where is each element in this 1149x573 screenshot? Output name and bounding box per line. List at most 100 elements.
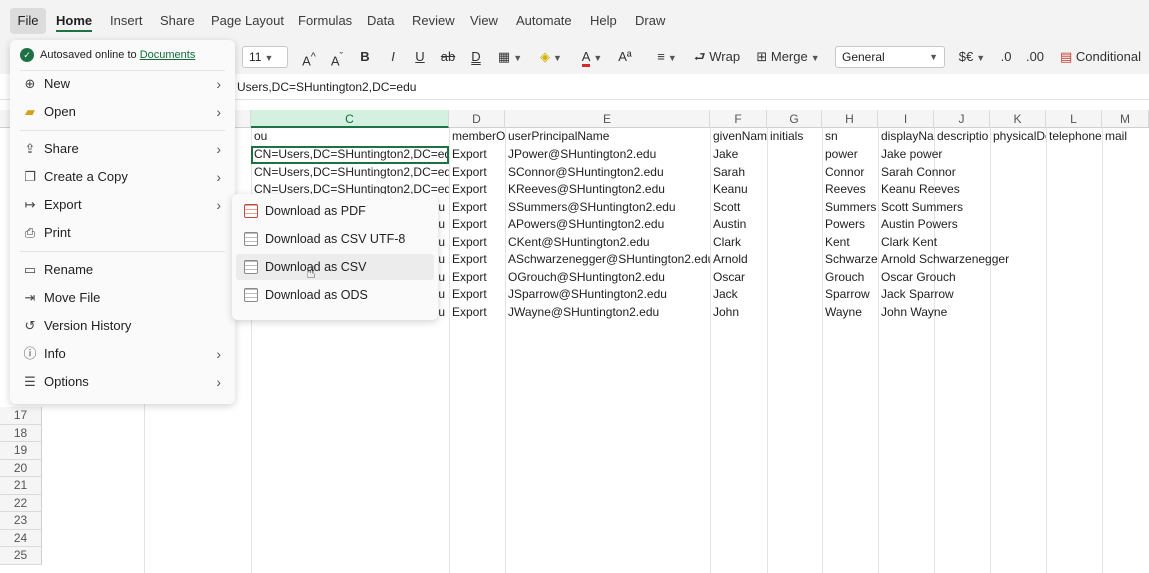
number-format-select[interactable]: General ▼ xyxy=(835,46,945,68)
menu-item-open[interactable]: ▰ Open › xyxy=(10,99,235,125)
header-cell-ou[interactable]: ou xyxy=(251,128,449,146)
cell-givenname[interactable]: Clark xyxy=(710,234,767,252)
increase-font-size-button[interactable]: A^ xyxy=(298,46,320,68)
cell-givenname[interactable]: Austin xyxy=(710,216,767,234)
strikethrough-button[interactable]: ab xyxy=(438,46,458,68)
cell-givenname[interactable]: John xyxy=(710,304,767,322)
cell-givenname[interactable]: Oscar xyxy=(710,269,767,287)
header-cell-telephone[interactable]: telephone xyxy=(1046,128,1102,146)
menu-item-new[interactable]: ⊕ New › xyxy=(10,71,235,97)
menu-item-create-copy[interactable]: ❐ Create a Copy › xyxy=(10,164,235,190)
cell-upn[interactable]: APowers@SHuntington2.edu xyxy=(505,216,710,234)
column-header-i[interactable]: I xyxy=(878,110,934,128)
menu-item-share[interactable]: ⇪ Share › xyxy=(10,136,235,162)
menu-item-print[interactable]: ⎙ Print xyxy=(10,220,235,246)
cell-displayname[interactable]: Scott Summers xyxy=(878,199,1046,217)
header-cell-memberof[interactable]: memberO xyxy=(449,128,505,146)
row-header-24[interactable]: 24 xyxy=(0,529,42,547)
currency-button[interactable]: $€ ▼ xyxy=(956,46,988,68)
cell-sn[interactable]: Connor xyxy=(822,164,878,182)
column-header-k[interactable]: K xyxy=(990,110,1046,128)
cell-sn[interactable]: Powers xyxy=(822,216,878,234)
cell-displayname[interactable]: Oscar Grouch xyxy=(878,269,1046,287)
menu-item-move-file[interactable]: ⇥ Move File xyxy=(10,285,235,311)
cell-displayname[interactable]: John Wayne xyxy=(878,304,1046,322)
cell-sn[interactable]: Sparrow xyxy=(822,286,878,304)
cell-memberof[interactable]: Export xyxy=(449,181,505,199)
bold-button[interactable]: B xyxy=(356,46,374,68)
download-csv-item[interactable]: Download as CSV xyxy=(236,254,434,280)
download-pdf-item[interactable]: Download as PDF xyxy=(236,198,434,224)
cell-displayname[interactable]: Keanu Reeves xyxy=(878,181,1046,199)
header-cell-displayname[interactable]: displayNar xyxy=(878,128,934,146)
cell-givenname[interactable]: Keanu xyxy=(710,181,767,199)
cell-sn[interactable]: Summers xyxy=(822,199,878,217)
column-header-f[interactable]: F xyxy=(710,110,767,128)
increase-decimal-button[interactable]: .00 xyxy=(1024,46,1046,68)
cell-memberof[interactable]: Export xyxy=(449,146,505,164)
documents-link[interactable]: Documents xyxy=(140,49,196,61)
row-header-21[interactable]: 21 xyxy=(0,477,42,495)
column-header-j[interactable]: J xyxy=(934,110,990,128)
decrease-decimal-button[interactable]: .0 xyxy=(996,46,1016,68)
fill-color-button[interactable]: ◈ ▼ xyxy=(534,46,568,68)
decrease-font-size-button[interactable]: Aˇ xyxy=(326,46,348,68)
column-header-g[interactable]: G xyxy=(767,110,822,128)
column-header-h[interactable]: H xyxy=(822,110,878,128)
cell-upn[interactable]: KReeves@SHuntington2.edu xyxy=(505,181,710,199)
cell-memberof[interactable]: Export xyxy=(449,286,505,304)
cell-memberof[interactable]: Export xyxy=(449,269,505,287)
row-header-20[interactable]: 20 xyxy=(0,459,42,477)
conditional-formatting-button[interactable]: ▤ Conditional xyxy=(1060,46,1149,68)
menu-item-version-history[interactable]: ↺ Version History xyxy=(10,313,235,339)
download-csv-utf8-item[interactable]: Download as CSV UTF-8 xyxy=(236,226,434,252)
borders-button[interactable]: ▦ ▼ xyxy=(494,46,526,68)
cell-upn[interactable]: OGrouch@SHuntington2.edu xyxy=(505,269,710,287)
font-color-button[interactable]: A ▼ xyxy=(576,46,608,68)
cell-displayname[interactable]: Jake power xyxy=(878,146,1046,164)
header-cell-sn[interactable]: sn xyxy=(822,128,878,146)
text-effects-button[interactable]: Aª xyxy=(614,46,636,68)
header-cell-upn[interactable]: userPrincipalName xyxy=(505,128,710,146)
tab-review[interactable]: Review xyxy=(412,12,455,32)
menu-item-export[interactable]: ↦ Export › xyxy=(10,192,235,218)
cell-memberof[interactable]: Export xyxy=(449,234,505,252)
cell-ou[interactable]: CN=Users,DC=SHuntington2,DC=edu xyxy=(251,164,449,182)
cell-memberof[interactable]: Export xyxy=(449,216,505,234)
header-cell-description[interactable]: descriptio xyxy=(934,128,990,146)
cell-memberof[interactable]: Export xyxy=(449,304,505,322)
underline-button[interactable]: U xyxy=(411,46,429,68)
double-underline-button[interactable]: D xyxy=(467,46,485,68)
align-button[interactable]: ≡ ▼ xyxy=(650,46,684,68)
row-header-18[interactable]: 18 xyxy=(0,424,42,442)
header-cell-mail[interactable]: mail xyxy=(1102,128,1149,146)
header-cell-givenname[interactable]: givenNam xyxy=(710,128,767,146)
tab-draw[interactable]: Draw xyxy=(635,12,665,32)
row-header-22[interactable]: 22 xyxy=(0,494,42,512)
merge-button[interactable]: ⊞ Merge ▼ xyxy=(752,46,824,68)
cell-displayname[interactable]: Austin Powers xyxy=(878,216,1046,234)
cell-upn[interactable]: SConnor@SHuntington2.edu xyxy=(505,164,710,182)
tab-help[interactable]: Help xyxy=(590,12,617,32)
row-header-19[interactable]: 19 xyxy=(0,442,42,460)
italic-button[interactable]: I xyxy=(384,46,402,68)
cell-memberof[interactable]: Export xyxy=(449,199,505,217)
cell-sn[interactable]: power xyxy=(822,146,878,164)
row-header-17[interactable]: 17 xyxy=(0,407,42,425)
cell-displayname[interactable]: Clark Kent xyxy=(878,234,1046,252)
row-header-25[interactable]: 25 xyxy=(0,547,42,565)
tab-file[interactable]: File xyxy=(10,8,46,34)
cell-upn[interactable]: ASchwarzenegger@SHuntington2.edu xyxy=(505,251,710,269)
cell-memberof[interactable]: Export xyxy=(449,251,505,269)
tab-automate[interactable]: Automate xyxy=(516,12,572,32)
tab-share[interactable]: Share xyxy=(160,12,195,32)
cell-upn[interactable]: CKent@SHuntington2.edu xyxy=(505,234,710,252)
header-cell-initials[interactable]: initials xyxy=(767,128,822,146)
cell-sn[interactable]: Schwarzer xyxy=(822,251,878,269)
cell-upn[interactable]: JPower@SHuntington2.edu xyxy=(505,146,710,164)
cell-sn[interactable]: Kent xyxy=(822,234,878,252)
download-ods-item[interactable]: Download as ODS xyxy=(236,282,434,308)
tab-data[interactable]: Data xyxy=(367,12,394,32)
tab-insert[interactable]: Insert xyxy=(110,12,143,32)
menu-item-rename[interactable]: ▭ Rename xyxy=(10,257,235,283)
